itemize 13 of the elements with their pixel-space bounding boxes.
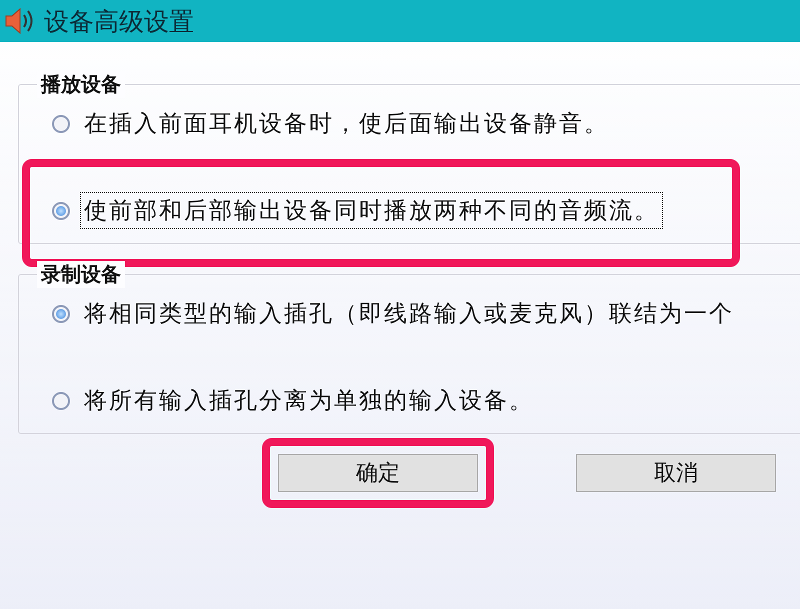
radio-button[interactable] <box>52 202 70 220</box>
option-label[interactable]: 将相同类型的输入插孔（即线路输入或麦克风）联结为一个 <box>80 295 738 332</box>
radio-button[interactable] <box>52 304 70 322</box>
group-label: 录制设备 <box>37 261 125 288</box>
option-label[interactable]: 使前部和后部输出设备同时播放两种不同的音频流。 <box>80 192 663 229</box>
radio-button[interactable] <box>52 392 70 410</box>
dialog-button[interactable]: 取消 <box>576 454 776 492</box>
window-title: 设备高级设置 <box>44 6 194 38</box>
option-label[interactable]: 将所有输入插孔分离为单独的输入设备。 <box>80 382 538 419</box>
option-label[interactable]: 在插入前面耳机设备时，使后面输出设备静音。 <box>80 105 613 142</box>
dialog-button[interactable]: 确定 <box>278 454 478 492</box>
radio-button[interactable] <box>52 114 70 132</box>
group-label: 播放设备 <box>37 71 125 98</box>
